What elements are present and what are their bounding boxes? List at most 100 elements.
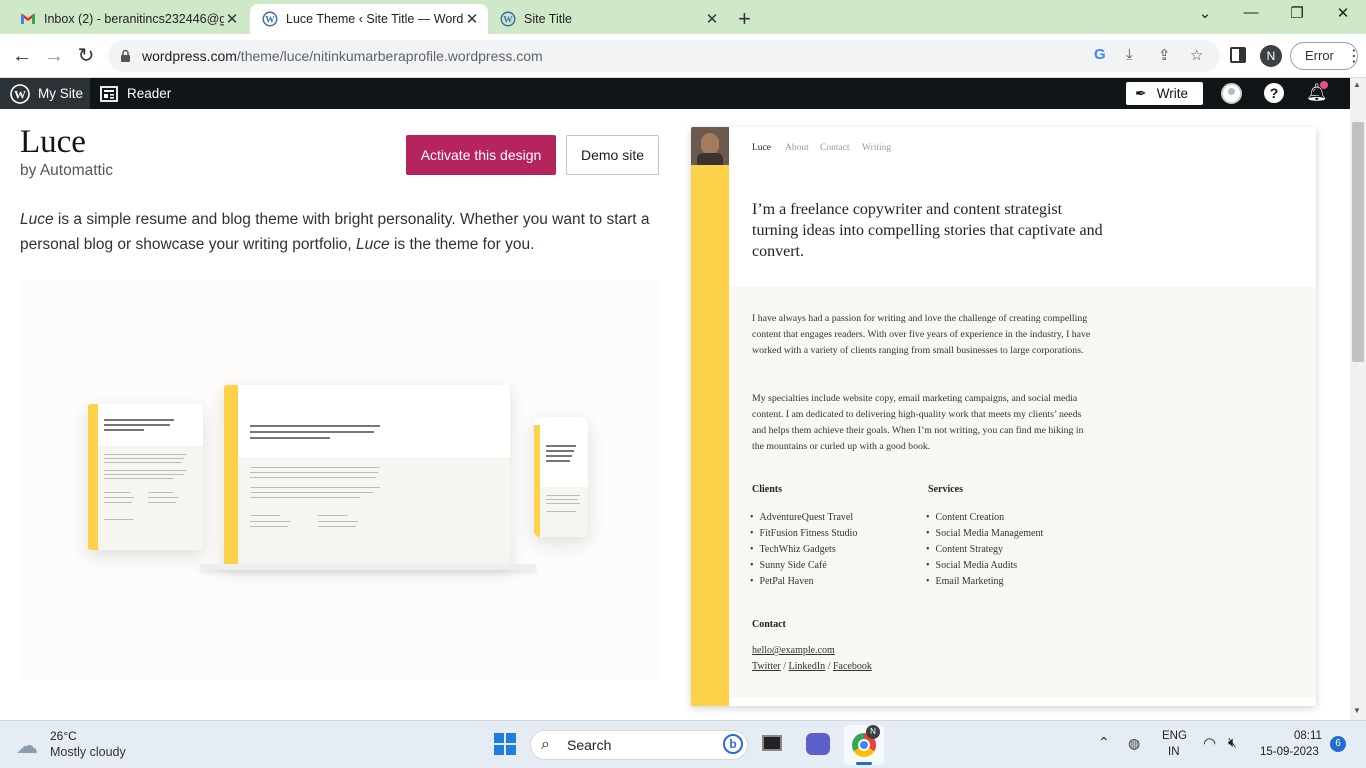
twitter-link[interactable]: Twitter: [752, 661, 781, 672]
tab-title: Inbox (2) - beranitincs232446@g: [44, 12, 224, 26]
volume-muted-icon[interactable]: 🔇︎: [1228, 734, 1237, 751]
install-app-icon[interactable]: ⤓: [1126, 46, 1133, 63]
browser-tab-strip: Inbox (2) - beranitincs232446@g ✕ W Luce…: [0, 0, 1366, 34]
close-tab-icon[interactable]: ✕: [704, 10, 720, 28]
browser-toolbar: ← → ↻ wordpress.com/theme/luce/nitinkuma…: [0, 34, 1366, 78]
scrollbar-thumb[interactable]: [1352, 122, 1364, 362]
theme-preview-frame[interactable]: Luce About Contact Writing I’m a freelan…: [691, 127, 1316, 706]
chrome-profile-badge: N: [866, 725, 880, 739]
facebook-link[interactable]: Facebook: [833, 661, 872, 672]
list-item: AdventureQuest Travel: [752, 510, 857, 526]
tab-site-title[interactable]: W Site Title ✕: [488, 4, 728, 34]
preview-hero-heading: I’m a freelance copywriter and content s…: [752, 201, 1103, 260]
address-bar[interactable]: wordpress.com/theme/luce/nitinkumarberap…: [108, 40, 1220, 72]
bookmark-star-icon[interactable]: ☆: [1190, 46, 1203, 64]
laptop-base: [200, 564, 536, 570]
share-icon[interactable]: ⇪: [1158, 46, 1171, 64]
preview-services-list: Content Creation Social Media Management…: [928, 510, 1044, 590]
preview-nav-luce[interactable]: Luce: [752, 143, 771, 153]
scroll-down-arrow-icon[interactable]: ▼: [1353, 706, 1361, 715]
svg-text:W: W: [265, 16, 275, 26]
preview-email-link[interactable]: hello@example.com: [752, 645, 835, 656]
theme-author: by Automattic: [20, 162, 114, 179]
side-panel-icon[interactable]: [1230, 47, 1246, 63]
url-text[interactable]: wordpress.com/theme/luce/nitinkumarberap…: [142, 48, 543, 64]
forward-arrow-icon[interactable]: →: [42, 44, 66, 68]
preview-yellow-sidebar: [691, 127, 729, 706]
taskbar-search-box[interactable]: ⌕ Search b: [530, 730, 748, 760]
more-menu-icon[interactable]: ⋮: [1346, 46, 1362, 66]
tablet-mockup: [88, 404, 203, 550]
wp-admin-bar: W My Site Reader ✒ Write ? 🔔︎: [0, 78, 1350, 109]
close-tab-icon[interactable]: ✕: [464, 10, 480, 28]
quill-icon: ✒: [1135, 85, 1147, 101]
preview-nav-about[interactable]: About: [785, 143, 809, 153]
list-item: FitFusion Fitness Studio: [752, 526, 858, 542]
tab-gmail-inbox[interactable]: Inbox (2) - beranitincs232446@g ✕: [8, 4, 248, 34]
minimize-button[interactable]: —: [1228, 4, 1274, 21]
search-icon: ⌕: [541, 736, 550, 753]
weather-temperature[interactable]: 26°C: [50, 729, 77, 743]
link-separator: /: [780, 661, 789, 672]
page-scrollbar[interactable]: ▲ ▼: [1350, 78, 1366, 720]
preview-clients-list: AdventureQuest Travel FitFusion Fitness …: [752, 510, 858, 590]
write-button[interactable]: ✒ Write: [1126, 82, 1203, 105]
task-view-icon[interactable]: [762, 735, 782, 751]
reload-icon[interactable]: ↻: [74, 44, 98, 68]
theme-name-italic: Luce: [356, 235, 390, 253]
preview-contact-heading: Contact: [752, 619, 786, 630]
teams-meet-icon[interactable]: [806, 733, 830, 755]
preview-nav-writing[interactable]: Writing: [862, 143, 891, 153]
tab-search-chevron-icon[interactable]: ⌄: [1182, 4, 1228, 22]
phone-mockup: [534, 417, 588, 537]
linkedin-link[interactable]: LinkedIn: [789, 661, 826, 672]
demo-site-button[interactable]: Demo site: [566, 135, 659, 175]
link-separator: /: [825, 661, 833, 672]
list-item: Email Marketing: [928, 574, 1043, 590]
weather-cloud-icon[interactable]: ☁: [16, 733, 38, 759]
reader-link[interactable]: Reader: [100, 78, 171, 109]
list-item: Content Creation: [928, 510, 1043, 526]
profile-avatar[interactable]: N: [1260, 45, 1282, 67]
reader-label: Reader: [127, 86, 172, 101]
close-window-button[interactable]: ✕: [1320, 4, 1366, 22]
tab-luce-theme[interactable]: W Luce Theme ‹ Site Title — WordP ✕: [250, 4, 488, 34]
lock-icon[interactable]: [120, 49, 131, 63]
activate-design-button[interactable]: Activate this design: [406, 135, 556, 175]
laptop-mockup: [224, 385, 510, 565]
google-icon[interactable]: G: [1094, 46, 1106, 63]
preview-social-links: Twitter / LinkedIn / Facebook: [752, 661, 872, 672]
my-site-link[interactable]: W My Site: [0, 78, 90, 109]
region-indicator[interactable]: IN: [1168, 746, 1180, 758]
theme-name-italic: Luce: [20, 211, 54, 228]
gmail-icon: [21, 14, 35, 24]
new-tab-button[interactable]: +: [738, 6, 751, 32]
network-status-icon[interactable]: ◍: [1128, 735, 1140, 752]
back-arrow-icon[interactable]: ←: [10, 44, 34, 68]
close-tab-icon[interactable]: ✕: [224, 10, 240, 28]
show-hidden-icons-chevron-icon[interactable]: ⌃: [1098, 734, 1110, 751]
write-label: Write: [1156, 86, 1188, 101]
notification-count-badge[interactable]: 6: [1330, 736, 1346, 752]
clock-date[interactable]: 15-09-2023: [1260, 746, 1319, 758]
svg-text:W: W: [14, 87, 26, 101]
user-avatar[interactable]: [1221, 83, 1242, 104]
tab-title: Luce Theme ‹ Site Title — WordP: [286, 12, 464, 26]
chrome-taskbar-button[interactable]: N: [844, 725, 884, 765]
scroll-up-arrow-icon[interactable]: ▲: [1353, 80, 1361, 89]
weather-description[interactable]: Mostly cloudy: [50, 745, 126, 759]
svg-text:W: W: [503, 16, 513, 26]
theme-screenshot: [20, 280, 660, 680]
windows-taskbar: ☁ 26°C Mostly cloudy ⌕ Search b N ⌃ ◍ EN…: [0, 720, 1366, 768]
description-text: is a simple resume and blog theme with b…: [20, 211, 650, 253]
theme-description: Luce is a simple resume and blog theme w…: [20, 208, 670, 257]
windows-start-icon[interactable]: [494, 733, 516, 755]
preview-paragraph-2: My specialties include website copy, ema…: [752, 393, 1084, 452]
clock-time[interactable]: 08:11: [1294, 730, 1322, 742]
restore-button[interactable]: ❐: [1274, 4, 1320, 22]
language-indicator[interactable]: ENG: [1162, 730, 1187, 742]
help-icon[interactable]: ?: [1264, 83, 1284, 103]
wifi-icon[interactable]: ◠: [1203, 734, 1216, 752]
preview-nav-contact[interactable]: Contact: [820, 143, 850, 153]
bing-icon[interactable]: b: [723, 734, 743, 754]
